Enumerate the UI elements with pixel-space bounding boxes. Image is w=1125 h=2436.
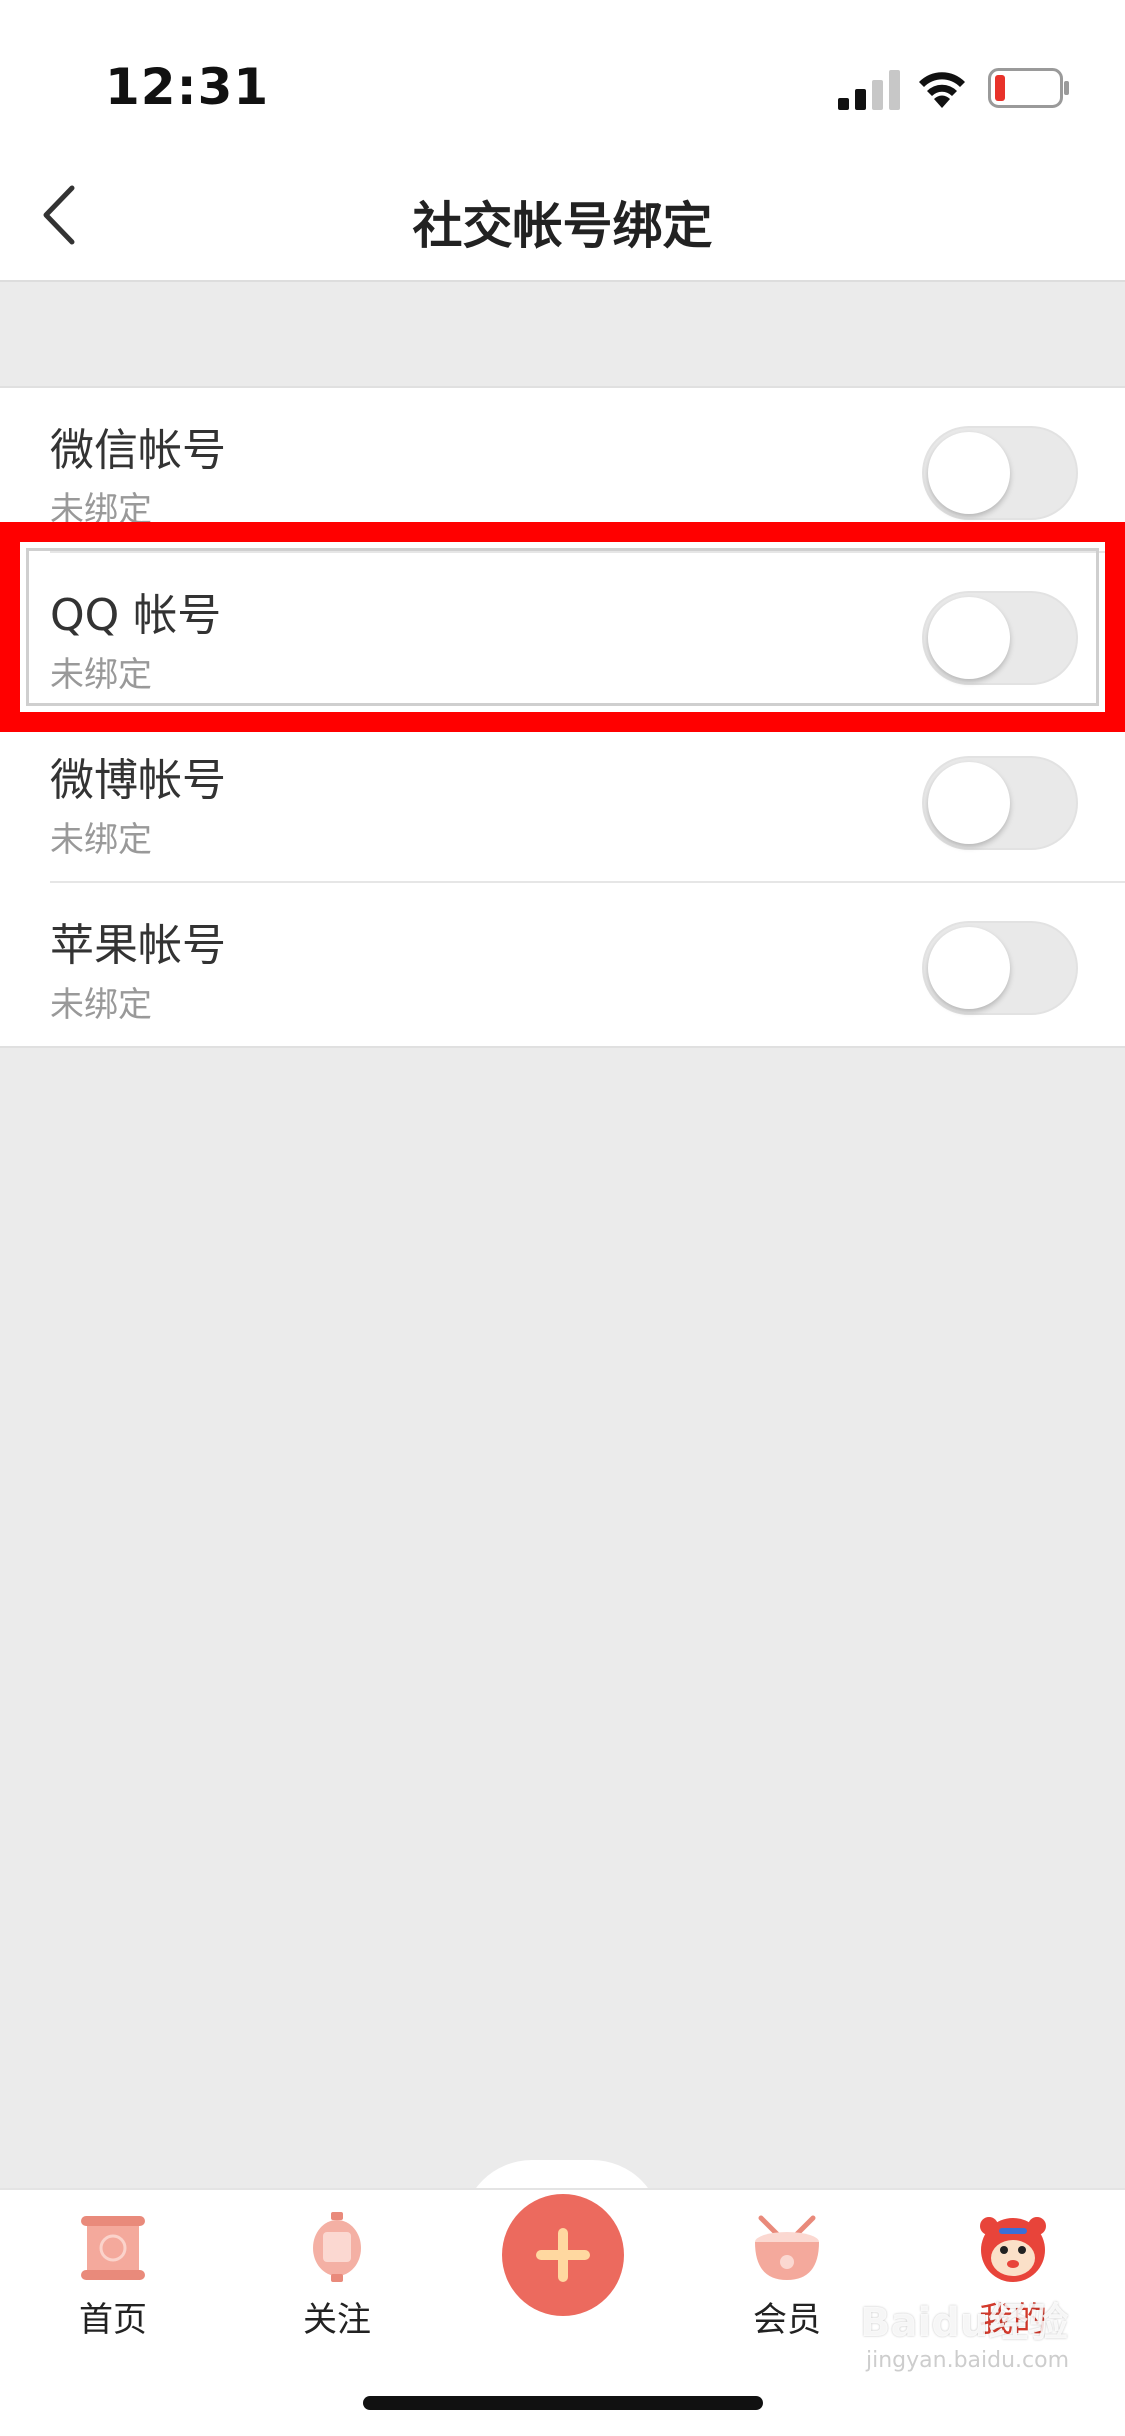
wifi-icon <box>919 72 965 108</box>
account-title: 微信帐号 <box>50 425 226 476</box>
account-title: 苹果帐号 <box>50 920 226 971</box>
tab-label: 会员 <box>753 2300 821 2340</box>
tab-member[interactable]: 会员 <box>722 2212 852 2342</box>
battery-low-icon <box>988 68 1069 108</box>
account-title: QQ 帐号 <box>50 590 222 641</box>
plus-icon <box>536 2228 590 2282</box>
status-bar: 12:31 <box>0 0 1125 160</box>
weibo-bind-toggle[interactable] <box>922 756 1078 850</box>
page-title: 社交帐号绑定 <box>412 197 713 255</box>
tiger-avatar-icon <box>980 2217 1046 2282</box>
account-list: 微信帐号 未绑定 QQ 帐号 未绑定 微博帐号 未绑定 苹果帐号 未绑定 <box>0 386 1125 1048</box>
tab-label: 关注 <box>303 2300 371 2340</box>
account-row-weibo[interactable]: 微博帐号 未绑定 <box>0 718 1125 883</box>
account-row-apple[interactable]: 苹果帐号 未绑定 <box>0 883 1125 1048</box>
lantern-icon <box>313 2212 361 2282</box>
screen: 12:31 社交帐号绑定 微信帐号 未绑定 QQ 帐号 未绑定 微博帐号 未绑定… <box>0 0 1125 2436</box>
status-time: 12:31 <box>105 58 270 116</box>
toggle-knob <box>928 597 1010 679</box>
nav-bar: 社交帐号绑定 <box>0 160 1125 282</box>
account-status: 未绑定 <box>50 820 152 860</box>
toggle-knob <box>928 762 1010 844</box>
account-status: 未绑定 <box>50 655 152 695</box>
watermark-url: jingyan.baidu.com <box>866 2348 1070 2373</box>
tab-home[interactable]: 首页 <box>48 2212 178 2342</box>
home-indicator[interactable] <box>363 2396 763 2410</box>
toggle-knob <box>928 432 1010 514</box>
account-row-qq[interactable]: QQ 帐号 未绑定 <box>0 553 1125 718</box>
toggle-knob <box>928 927 1010 1009</box>
account-status: 未绑定 <box>50 985 152 1025</box>
tab-follow[interactable]: 关注 <box>272 2212 402 2342</box>
drum-icon <box>755 2215 819 2280</box>
add-button[interactable] <box>502 2194 624 2316</box>
scroll-icon <box>81 2216 145 2280</box>
tab-label: 首页 <box>79 2300 147 2340</box>
watermark-brand: Baidu经验 <box>860 2300 1069 2346</box>
qq-bind-toggle[interactable] <box>922 591 1078 685</box>
cellular-signal-icon <box>838 70 900 110</box>
apple-bind-toggle[interactable] <box>922 921 1078 1015</box>
account-status: 未绑定 <box>50 490 152 530</box>
wechat-bind-toggle[interactable] <box>922 426 1078 520</box>
account-title: 微博帐号 <box>50 755 226 806</box>
account-row-wechat[interactable]: 微信帐号 未绑定 <box>0 388 1125 553</box>
